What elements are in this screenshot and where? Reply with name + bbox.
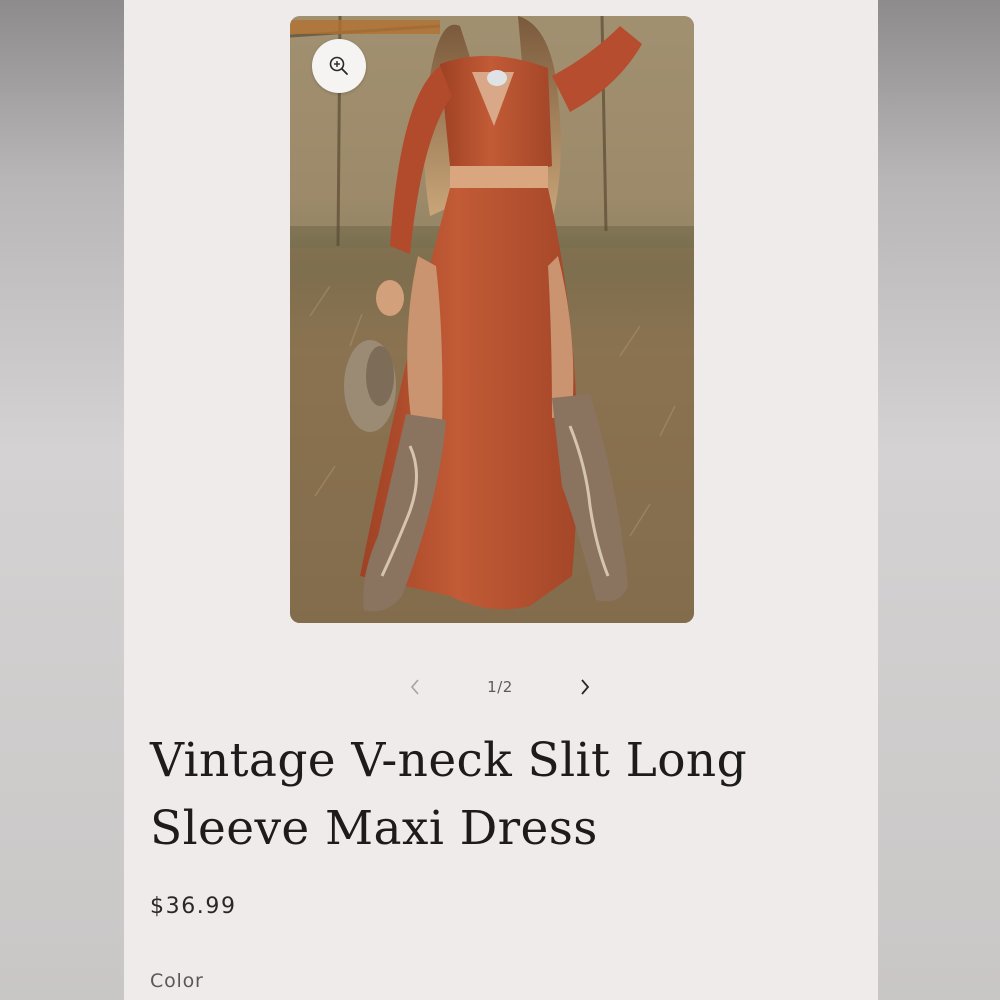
previous-image-button[interactable] bbox=[400, 672, 430, 702]
product-price: $36.99 bbox=[150, 894, 237, 919]
color-label: Color bbox=[150, 970, 204, 992]
chevron-right-icon bbox=[581, 679, 590, 695]
product-photo-illustration bbox=[290, 16, 694, 623]
product-title: Vintage V-neck Slit Long Sleeve Maxi Dre… bbox=[150, 733, 748, 856]
image-pager: 1/2 bbox=[400, 670, 600, 704]
left-backdrop bbox=[0, 0, 124, 1000]
product-image[interactable] bbox=[290, 16, 694, 623]
product-page: 1/2 Vintage V-neck Slit Long Sleeve Maxi… bbox=[124, 0, 878, 1000]
next-image-button[interactable] bbox=[570, 672, 600, 702]
zoom-button[interactable] bbox=[312, 39, 366, 93]
image-counter: 1/2 bbox=[487, 678, 513, 696]
zoom-in-icon bbox=[329, 56, 348, 75]
chevron-left-icon bbox=[410, 679, 419, 695]
right-backdrop bbox=[878, 0, 1000, 1000]
